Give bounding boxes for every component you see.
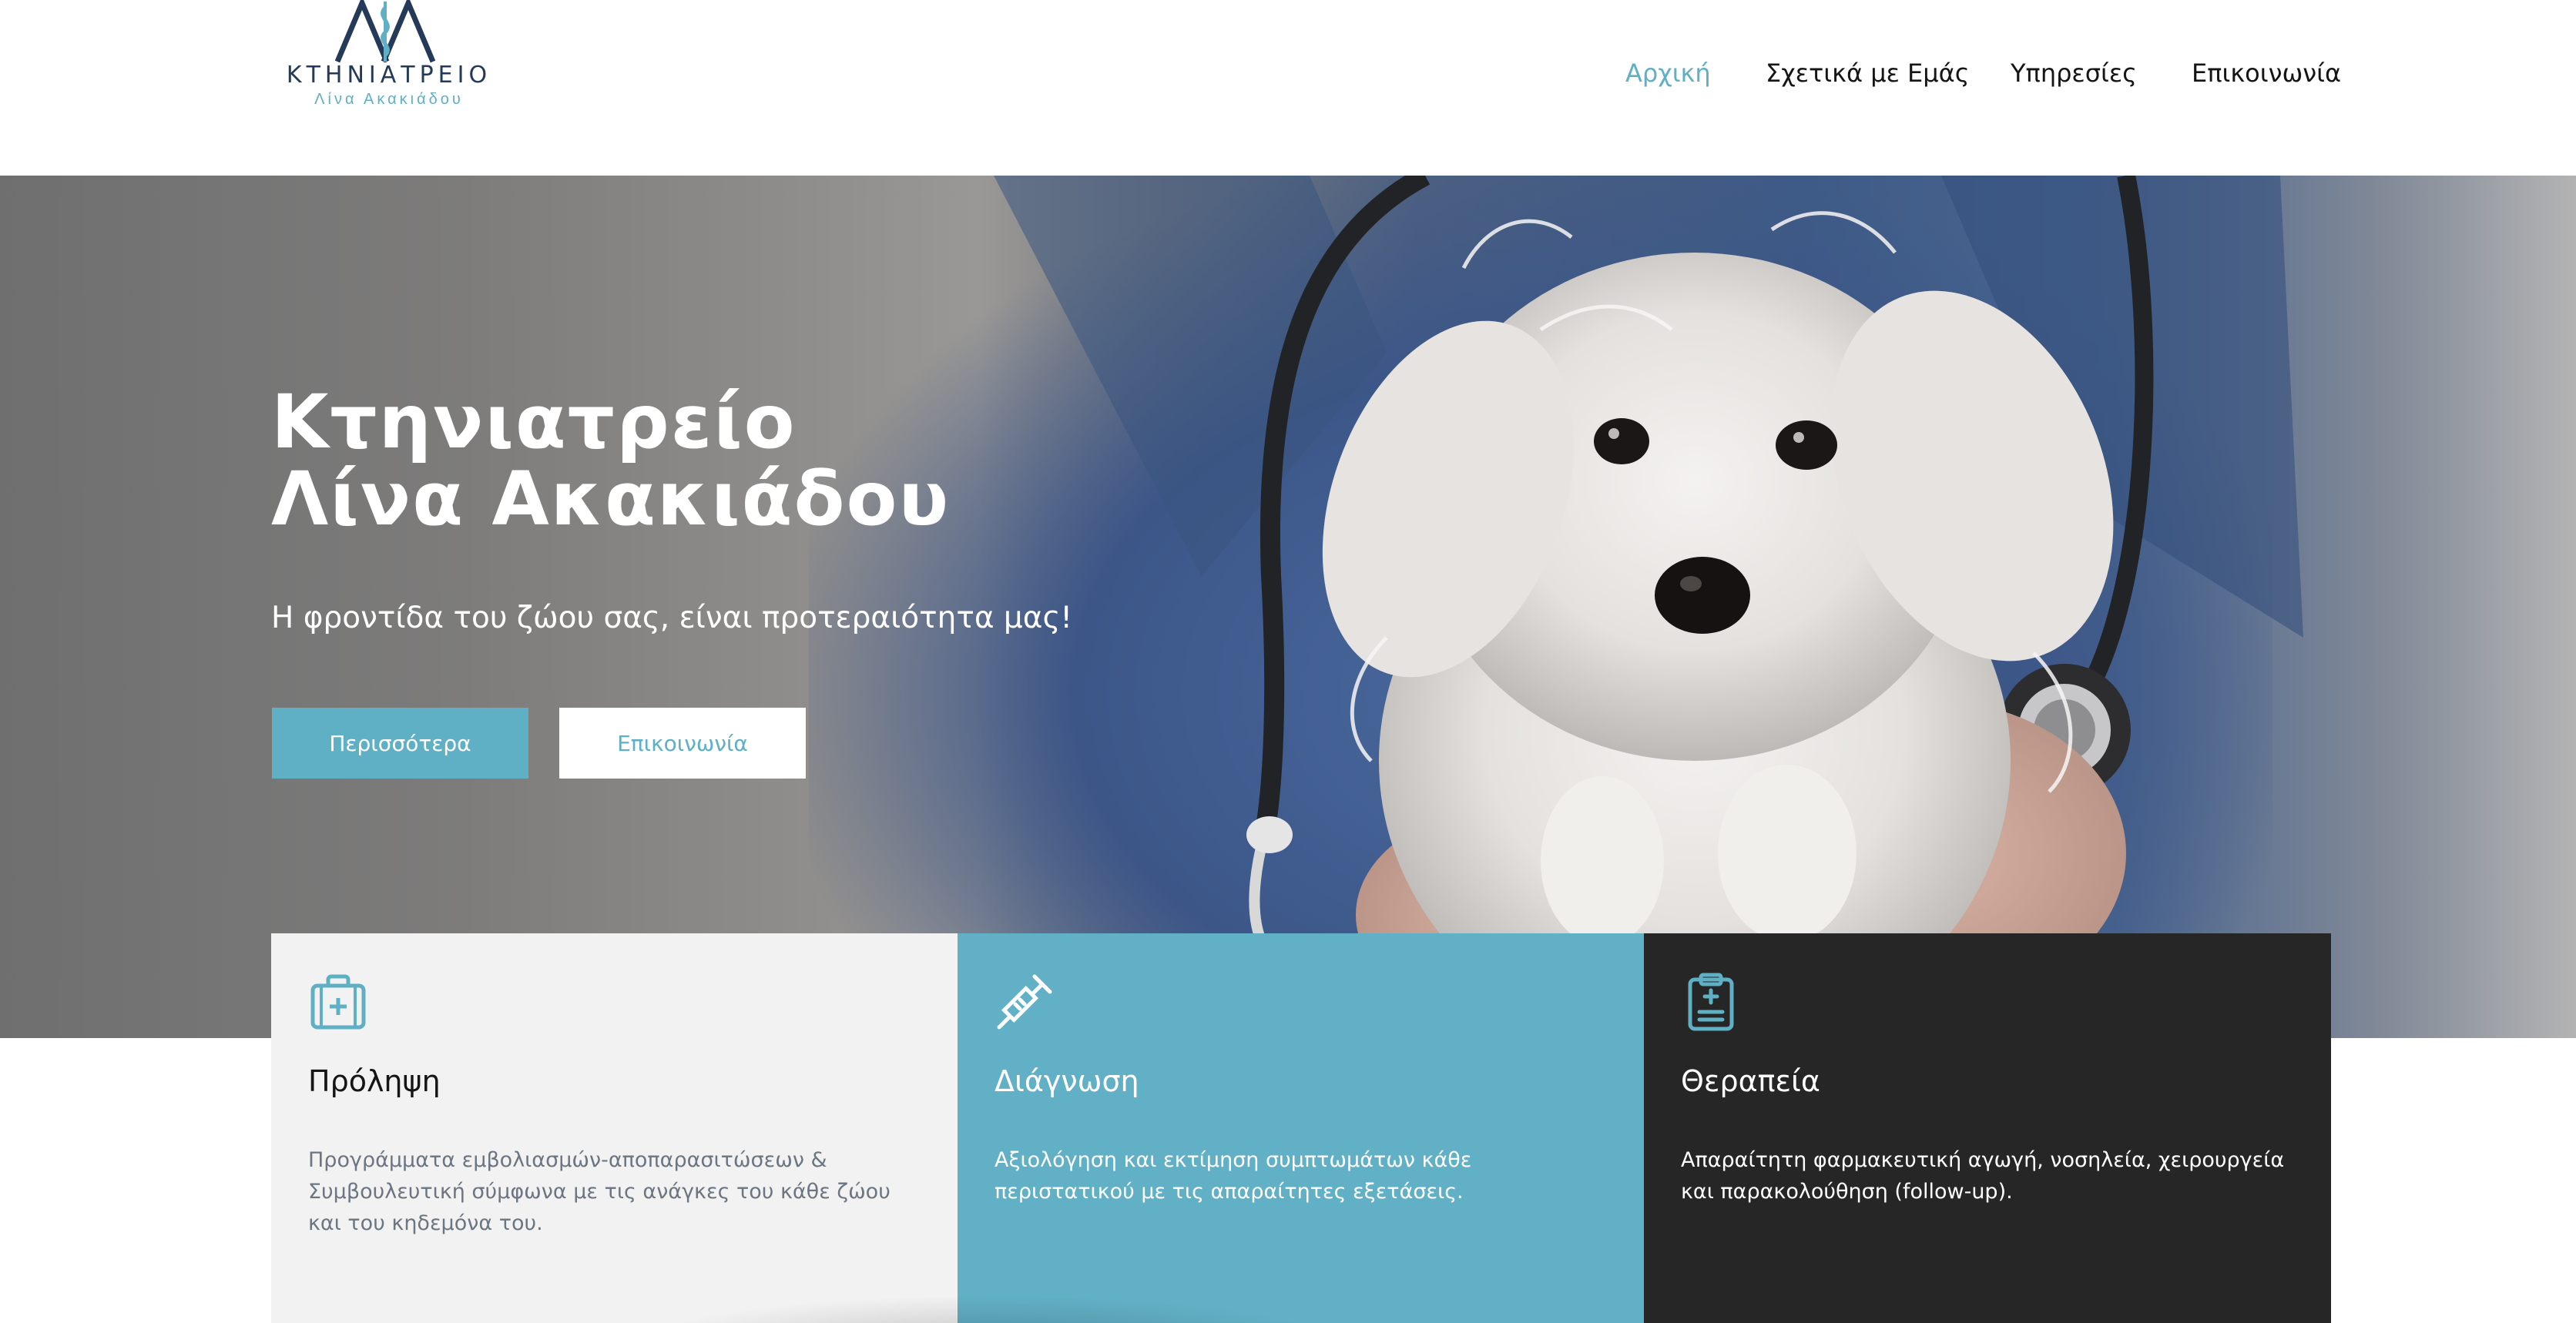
main-nav: Αρχική Σχετικά με Εμάς Υπηρεσίες Επικοιν… bbox=[1625, 59, 2341, 92]
page: ΚΤΗΝΙΑΤΡΕΙΟ Λίνα Ακακιάδου Αρχική Σχετικ… bbox=[0, 0, 2576, 1323]
hero-banner: Κτηνιατρείο Λίνα Ακακιάδου Η φροντίδα το… bbox=[0, 176, 2576, 1038]
nav-item-services[interactable]: Υπηρεσίες bbox=[2011, 59, 2137, 88]
hero-title-line1: Κτηνιατρείο bbox=[271, 379, 797, 465]
card-shadow bbox=[641, 1295, 1334, 1323]
site-logo[interactable]: ΚΤΗΝΙΑΤΡΕΙΟ Λίνα Ακακιάδου bbox=[277, 0, 501, 116]
feature-card-diagnosis: Διάγνωση Αξιολόγηση και εκτίμηση συμπτωμ… bbox=[958, 933, 1645, 1323]
hero-title: Κτηνιατρείο Λίνα Ακακιάδου bbox=[271, 384, 1196, 538]
card-text: Προγράμματα εμβολιασμών-αποπαρασιτώσεων … bbox=[308, 1148, 891, 1235]
feature-card-prevention: Πρόληψη Προγράμματα εμβολιασμών-αποπαρασ… bbox=[271, 933, 958, 1323]
card-title: Πρόληψη bbox=[308, 1064, 441, 1098]
card-title: Θεραπεία bbox=[1681, 1064, 1820, 1098]
logo-mark-icon bbox=[334, 0, 436, 63]
card-text: Αξιολόγηση και εκτίμηση συμπτωμάτων κάθε… bbox=[995, 1148, 1472, 1204]
logo-subtitle: Λίνα Ακακιάδου bbox=[314, 91, 464, 108]
feature-cards: Πρόληψη Προγράμματα εμβολιασμών-αποπαρασ… bbox=[271, 933, 2331, 1323]
contact-button[interactable]: Επικοινωνία bbox=[559, 708, 806, 779]
syringe-icon bbox=[997, 974, 1052, 1030]
card-title: Διάγνωση bbox=[995, 1064, 1139, 1098]
logo-title: ΚΤΗΝΙΑΤΡΕΙΟ bbox=[286, 62, 492, 89]
feature-card-therapy: Θεραπεία Απαραίτητη φαρμακευτική αγωγή, … bbox=[1644, 933, 2331, 1323]
hero-subtitle: Η φροντίδα του ζώου σας, είναι προτεραιό… bbox=[271, 601, 1072, 635]
nav-item-about[interactable]: Σχετικά με Εμάς bbox=[1766, 59, 1970, 88]
nav-item-contact[interactable]: Επικοινωνία bbox=[2192, 59, 2341, 88]
medical-kit-icon bbox=[310, 974, 366, 1030]
site-header: ΚΤΗΝΙΑΤΡΕΙΟ Λίνα Ακακιάδου Αρχική Σχετικ… bbox=[0, 0, 2576, 176]
nav-item-home[interactable]: Αρχική bbox=[1625, 59, 1711, 88]
medical-clipboard-icon bbox=[1688, 973, 1734, 1031]
hero-title-line2: Λίνα Ακακιάδου bbox=[271, 456, 951, 542]
card-text: Απαραίτητη φαρμακευτική αγωγή, νοσηλεία,… bbox=[1681, 1148, 2285, 1204]
more-button[interactable]: Περισσότερα bbox=[272, 708, 528, 779]
